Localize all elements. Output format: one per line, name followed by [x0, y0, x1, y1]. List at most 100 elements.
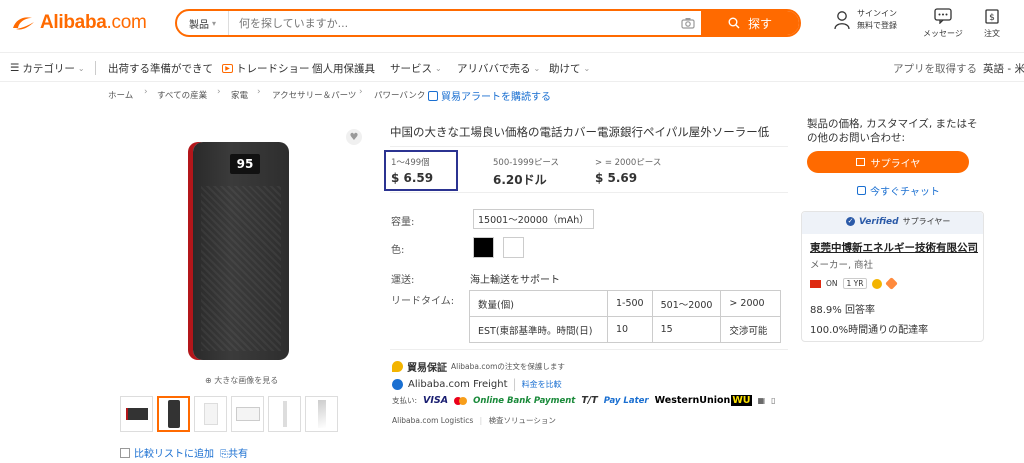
camera-icon[interactable] — [675, 17, 701, 29]
chevron-down-icon: ⌄ — [583, 63, 591, 73]
breadcrumb-separator: › — [359, 87, 363, 97]
nav-language[interactable]: 英語 - 米 — [983, 53, 1024, 83]
table-row: EST(東部基準時。時間(日) 10 15 交渉可能 — [469, 316, 782, 343]
nav-ready-to-ship[interactable]: 出荷する準備ができて — [108, 53, 213, 83]
capacity-option[interactable]: 15001～20000（mAh） — [473, 209, 594, 229]
gold-medal-icon — [872, 278, 883, 289]
on-time-delivery-rate: 100.0%時間通りの配達率 — [810, 325, 929, 336]
play-icon: ▶ — [222, 63, 233, 73]
price-tier: 500-1999ピース 6.20ドル — [493, 158, 559, 187]
nav-get-app[interactable]: アプリを取得する — [893, 53, 977, 83]
mail-icon — [855, 158, 865, 166]
signin-link[interactable]: サインイン 無料で登録 — [833, 8, 897, 32]
breadcrumb-electronics[interactable]: 家電 — [231, 89, 248, 101]
search-icon — [728, 17, 740, 29]
logistics-link[interactable]: Alibaba.com Logistics — [392, 416, 473, 425]
response-rate: 88.9% 回答率 — [810, 305, 875, 316]
compare-add[interactable]: 比較リストに追加 — [120, 445, 214, 460]
thumbnail[interactable] — [194, 396, 227, 432]
thumbnail-selected[interactable] — [157, 396, 190, 432]
table-cell: 501～2000 — [651, 290, 722, 317]
breadcrumb-power-bank[interactable]: パワーバンク — [374, 89, 425, 101]
trade-assurance[interactable]: 貿易保証 Alibaba.comの注文を保護します — [392, 359, 565, 374]
price-tier: 1～499個 $ 6.59 — [391, 158, 434, 185]
search-bar: 製品▾ 探す — [175, 9, 801, 37]
zoom-hint[interactable]: ⊕ 大きな画像を見る — [205, 375, 278, 386]
supplier-badges: ON 1 YR — [810, 277, 899, 290]
lead-time-label: リードタイム: — [391, 296, 455, 307]
table-cell: EST(東部基準時。時間(日) — [469, 316, 608, 343]
search-input[interactable] — [229, 11, 675, 35]
search-category-select[interactable]: 製品 ▾ — [177, 11, 229, 35]
company-type: メーカー, 商社 — [810, 260, 874, 271]
compare-checkbox[interactable] — [120, 447, 130, 458]
table-cell: > 2000 — [720, 290, 782, 317]
breadcrumb-home[interactable]: ホーム — [108, 89, 133, 101]
search-button[interactable]: 探す — [701, 11, 799, 35]
chevron-down-icon: ⌄ — [533, 63, 541, 73]
inspection-link[interactable]: 検査ソリューション — [489, 416, 556, 425]
trade-alert-link[interactable]: 貿易アラートを購読する — [428, 88, 551, 103]
table-cell: 1-500 — [607, 290, 653, 317]
breadcrumb-separator: › — [217, 87, 221, 97]
china-flag-icon — [810, 279, 821, 288]
trade-assurance-icon — [392, 361, 403, 372]
menu-icon: ☰ — [10, 62, 20, 74]
nav-help[interactable]: 助けて ⌄ — [549, 53, 590, 83]
nav-ppe[interactable]: 個人用保護具 — [312, 53, 375, 83]
breadcrumb-accessories[interactable]: アクセサリー＆パーツ — [272, 89, 356, 101]
messages-link[interactable]: メッセージ — [923, 8, 963, 39]
thumbnail[interactable] — [120, 396, 153, 432]
orders-link[interactable]: $ 注文 — [984, 8, 1000, 39]
payment-methods: 支払い: VISA Online Bank Payment T/T Pay La… — [392, 395, 776, 406]
price-tier: > = 2000ピース $ 5.69 — [595, 158, 662, 185]
chevron-down-icon: ⌄ — [435, 63, 442, 73]
logistics-row: Alibaba.com Logistics | 検査ソリューション — [392, 416, 556, 425]
verified-check-icon: ✓ — [846, 217, 855, 226]
company-name-link[interactable]: 東莞中博新エネルギー技術有限公司 — [810, 240, 980, 255]
divider — [390, 146, 788, 147]
thumbnail[interactable] — [305, 396, 338, 432]
chat-icon — [857, 186, 866, 195]
nav-services[interactable]: サービス ⌄ — [390, 53, 442, 83]
online-bank-payment-icon: Online Bank Payment — [473, 395, 576, 406]
table-cell: 10 — [607, 316, 653, 343]
nav-sell[interactable]: アリババで売る ⌄ — [457, 53, 540, 83]
share-link[interactable]: ⎘共有 — [220, 445, 248, 460]
nav-divider — [95, 61, 96, 75]
bank-icon: ▦ — [757, 396, 766, 405]
color-swatch-white[interactable] — [503, 237, 524, 258]
table-cell: 交渉可能 — [720, 316, 782, 343]
contact-supplier-button[interactable]: サプライヤ — [807, 151, 969, 173]
breadcrumb-industries[interactable]: すべての産業 — [157, 89, 207, 101]
nav-trade-show[interactable]: ▶ トレードショー — [222, 53, 310, 83]
compare-rates-link[interactable]: 料金を比較 — [522, 379, 562, 390]
product-image[interactable]: 95 — [193, 142, 289, 360]
lead-time-table: 数量(個) 1-500 501～2000 > 2000 EST(東部基準時。時間… — [469, 290, 782, 343]
thumbnail-strip — [120, 396, 338, 432]
main-nav: ☰ カテゴリー ⌄ 出荷する準備ができて ▶ トレードショー 個人用保護具 サービ… — [0, 52, 1024, 82]
divider — [390, 192, 788, 193]
thumbnail[interactable] — [268, 396, 301, 432]
verified-badge[interactable]: ✓ Verified サプライヤー — [846, 216, 950, 227]
supplier-card: ✓ Verified サプライヤー 東莞中博新エネルギー技術有限公司 メーカー,… — [801, 211, 984, 342]
message-icon — [934, 8, 952, 24]
chevron-down-icon: ⌄ — [77, 63, 85, 73]
logo-text: Alibaba.com — [40, 12, 147, 33]
color-label: 色: — [391, 245, 405, 256]
pay-later-icon: Pay Later — [603, 395, 649, 406]
signin-text: サインイン — [857, 9, 897, 18]
thumbnail[interactable] — [231, 396, 264, 432]
table-cell: 15 — [651, 316, 722, 343]
alibaba-logo[interactable]: Alibaba.com — [10, 10, 147, 36]
share-icon: ⎘ — [220, 449, 228, 460]
favorite-heart-icon[interactable]: ♥ — [346, 129, 362, 145]
color-swatch-black[interactable] — [473, 237, 494, 258]
chat-now-link[interactable]: 今すぐチャット — [857, 183, 940, 198]
freight-icon — [392, 378, 403, 390]
alibaba-logo-icon — [13, 17, 34, 30]
nav-categories[interactable]: ☰ カテゴリー ⌄ — [10, 53, 85, 83]
svg-text:$: $ — [989, 13, 995, 23]
inquiry-prompt: 製品の価格, カスタマイズ, またはその他のお問い合わせ: — [807, 118, 978, 144]
shipping-label: 運送: — [391, 275, 415, 286]
